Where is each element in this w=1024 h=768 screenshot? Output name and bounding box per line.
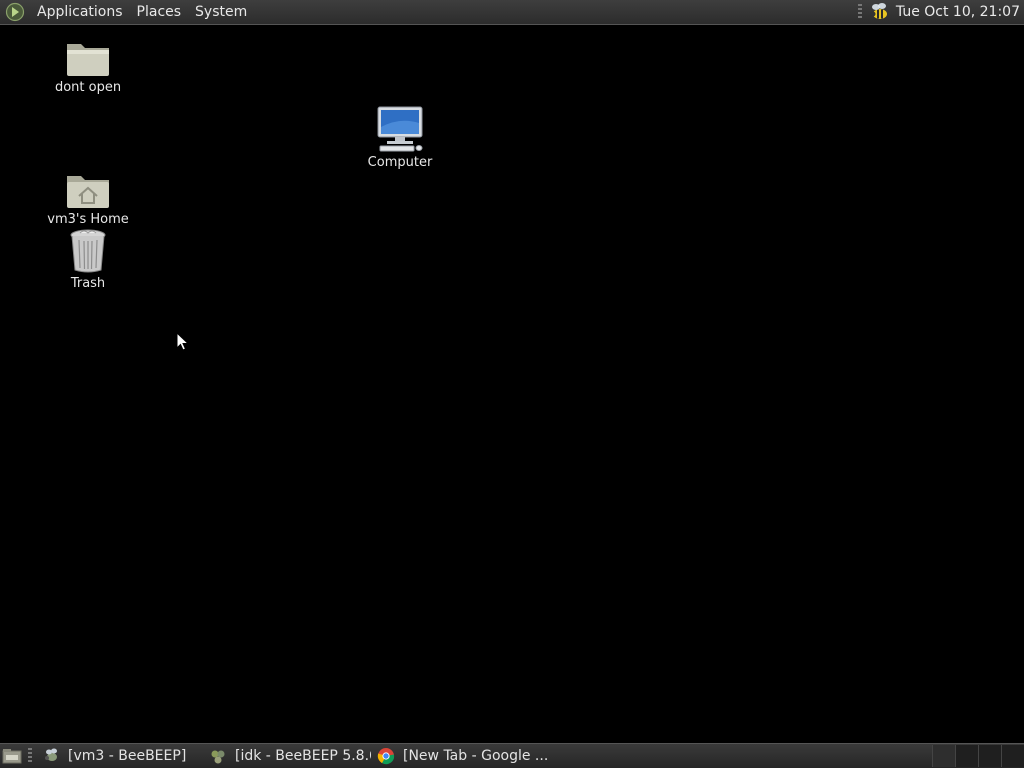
beebeep-group-icon — [211, 750, 225, 764]
beebeep-bee-icon[interactable] — [868, 1, 890, 23]
folder-icon — [67, 44, 109, 76]
panel-grip[interactable] — [857, 4, 862, 20]
mate-logo-icon[interactable] — [0, 0, 30, 24]
computer-icon — [377, 106, 423, 152]
workspace-switcher — [932, 744, 1024, 768]
task-label: [idk - BeeBEEP 5.8.6] — [235, 748, 371, 764]
workspace-1[interactable] — [932, 745, 955, 767]
bottom-panel: [vm3 - BeeBEEP] [idk - BeeBEEP 5.8.6] [N… — [0, 743, 1024, 768]
top-panel: Applications Places System Tue Oct 10, 2… — [0, 0, 1024, 25]
workspace-2[interactable] — [955, 745, 978, 767]
task-vm3-beebeep[interactable]: [vm3 - BeeBEEP] — [36, 745, 203, 767]
beebeep-icon — [45, 748, 57, 761]
desktop-icon-label: Trash — [70, 276, 106, 291]
workspace-3[interactable] — [978, 745, 1001, 767]
notification-area: Tue Oct 10, 21:07 — [857, 0, 1020, 24]
workspace-4[interactable] — [1001, 745, 1024, 767]
home-folder-icon — [67, 176, 109, 208]
mouse-cursor-icon — [176, 332, 190, 351]
taskbar-grip[interactable] — [28, 748, 32, 764]
desktop-icon-home[interactable]: vm3's Home — [33, 170, 143, 227]
trash-icon — [70, 229, 106, 273]
task-chrome-new-tab[interactable]: [New Tab - Google ... — [371, 745, 553, 767]
task-label: [vm3 - BeeBEEP] — [68, 748, 187, 764]
menu-system[interactable]: System — [188, 0, 254, 24]
desktop-icon-label: vm3's Home — [47, 212, 129, 227]
desktop-icon-computer[interactable]: Computer — [345, 105, 455, 170]
menu-applications[interactable]: Applications — [30, 0, 130, 24]
desktop-icon-label: dont open — [54, 80, 122, 95]
chrome-icon — [377, 748, 395, 765]
menu-places[interactable]: Places — [130, 0, 189, 24]
desktop-icon-label: Computer — [367, 155, 433, 170]
clock[interactable]: Tue Oct 10, 21:07 — [896, 4, 1020, 20]
task-idk-beebeep[interactable]: [idk - BeeBEEP 5.8.6] — [203, 745, 371, 767]
show-desktop-icon — [2, 749, 22, 764]
show-desktop-button[interactable] — [0, 744, 24, 768]
task-label: [New Tab - Google ... — [403, 748, 549, 764]
desktop-icon-trash[interactable]: Trash — [33, 228, 143, 291]
desktop-icon-dont-open[interactable]: dont open — [33, 38, 143, 95]
